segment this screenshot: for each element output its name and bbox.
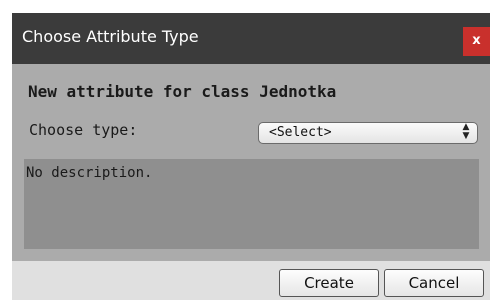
description-box: No description.	[24, 159, 479, 249]
form-heading: New attribute for class Jednotka	[28, 82, 337, 101]
create-button[interactable]: Create	[279, 269, 379, 297]
choose-type-label: Choose type:	[29, 121, 138, 139]
type-select[interactable]: <Select> ▲ ▼	[258, 122, 478, 144]
dialog-title: Choose Attribute Type	[22, 27, 199, 46]
dialog-titlebar[interactable]: Choose Attribute Type x	[12, 13, 490, 64]
close-icon: x	[472, 33, 481, 48]
chevron-down-icon: ▼	[462, 131, 470, 141]
dialog-footer: Create Cancel	[12, 261, 490, 300]
type-select-value: <Select>	[269, 125, 332, 140]
close-button[interactable]: x	[463, 27, 490, 56]
cancel-button[interactable]: Cancel	[384, 269, 484, 297]
choose-attribute-type-dialog: Choose Attribute Type x New attribute fo…	[12, 13, 490, 300]
select-arrows: ▲ ▼	[462, 123, 470, 141]
description-text: No description.	[26, 165, 153, 181]
